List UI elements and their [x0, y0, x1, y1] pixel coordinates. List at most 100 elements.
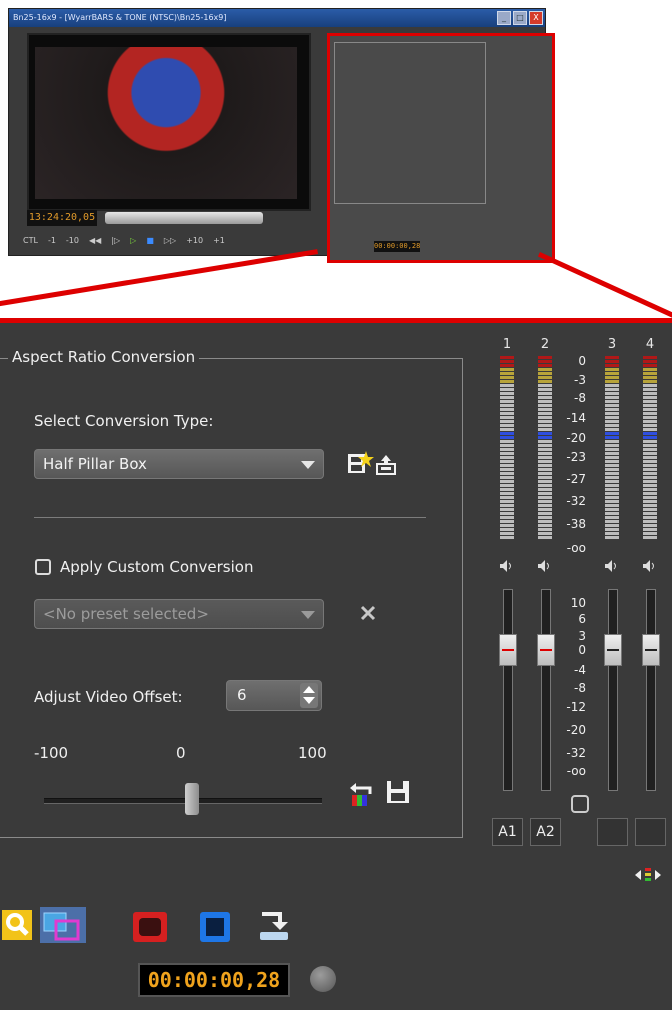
meter-segment: [605, 500, 619, 503]
channel-2-fader-knob[interactable]: [537, 634, 555, 666]
maximize-button[interactable]: □: [513, 11, 527, 25]
meter-segment: [643, 364, 657, 367]
fast-forward-button[interactable]: ▷▷: [164, 236, 176, 245]
meter-segment: [538, 456, 552, 459]
meter-segment: [538, 488, 552, 491]
meter-segment: [643, 500, 657, 503]
meter-segment: [538, 480, 552, 483]
mini-aspect-group: [334, 42, 486, 204]
meter-segment: [500, 492, 514, 495]
expand-arrows-icon: [635, 868, 661, 881]
meter-segment: [538, 368, 552, 371]
channel-3-speaker-button[interactable]: [604, 558, 620, 577]
jog-knob[interactable]: [310, 966, 336, 992]
meter-segment: [605, 356, 619, 359]
db-scale-tick: 0: [578, 354, 586, 368]
spinner-buttons[interactable]: [300, 683, 318, 708]
db-scale-tick: -oo: [566, 541, 586, 555]
meter-segment: [500, 472, 514, 475]
step-forward-10-button[interactable]: +10: [186, 236, 203, 245]
channel-1-speaker-button[interactable]: [499, 558, 515, 577]
meter-segment: [538, 532, 552, 535]
db-scale-tick: -3: [574, 373, 586, 387]
reset-offset-button[interactable]: [348, 780, 376, 808]
clear-preset-button[interactable]: [354, 599, 382, 627]
overlay-button[interactable]: [40, 907, 86, 947]
meter-segment: [605, 388, 619, 391]
stop-button[interactable]: ■: [146, 236, 154, 245]
play-button[interactable]: ▷: [130, 236, 136, 245]
meter-segment: [538, 448, 552, 451]
record-button[interactable]: [133, 912, 167, 946]
channel-2-fader-track[interactable]: [541, 589, 551, 791]
link-faders-toggle[interactable]: [571, 795, 589, 813]
play-in-button[interactable]: |▷: [111, 236, 120, 245]
video-offset-label: Adjust Video Offset:: [34, 688, 183, 706]
custom-preset-select[interactable]: <No preset selected>: [34, 599, 324, 629]
expand-panel-button[interactable]: [634, 866, 662, 888]
slider-mid-label: 0: [176, 744, 186, 762]
step-forward-1-button[interactable]: +1: [213, 236, 225, 245]
meter-segment: [500, 500, 514, 503]
close-window-button[interactable]: X: [529, 11, 543, 25]
step-back-1-button[interactable]: -1: [48, 236, 56, 245]
meter-segment: [538, 428, 552, 431]
meter-segment: [605, 492, 619, 495]
channel-3-assignment[interactable]: [597, 818, 628, 846]
footer-timecode[interactable]: 00:00:00,28: [138, 963, 290, 997]
export-button[interactable]: [372, 451, 400, 479]
db-scale-tick: -14: [566, 411, 586, 425]
export-icon: [376, 455, 396, 475]
search-button[interactable]: [2, 910, 32, 944]
meter-segment: [605, 424, 619, 427]
step-back-10-button[interactable]: -10: [66, 236, 79, 245]
preset-add-icon: [348, 451, 374, 473]
group-title: Aspect Ratio Conversion: [8, 348, 200, 366]
meter-segment: [643, 476, 657, 479]
channel-2-speaker-button[interactable]: [537, 558, 553, 577]
preset-add-button[interactable]: [346, 449, 374, 477]
meter-segment: [538, 444, 552, 447]
meter-segment: [643, 496, 657, 499]
rewind-button[interactable]: ◀◀: [89, 236, 101, 245]
conversion-type-select[interactable]: Half Pillar Box: [34, 449, 324, 479]
channel-1-fader-track[interactable]: [503, 589, 513, 791]
slider-min-label: -100: [34, 744, 69, 762]
meter-segment: [605, 416, 619, 419]
channel-4-fader-knob[interactable]: [642, 634, 660, 666]
meter-segment: [605, 364, 619, 367]
stop-button-large[interactable]: [200, 912, 230, 946]
save-offset-button[interactable]: [384, 778, 412, 806]
channel-3-fader-knob[interactable]: [604, 634, 622, 666]
video-offset-spinner[interactable]: 6: [226, 680, 322, 711]
channel-4-assignment[interactable]: [635, 818, 666, 846]
window-controls: _ □ X: [497, 11, 543, 25]
meter-segment: [643, 520, 657, 523]
channel-4-speaker-button[interactable]: [642, 558, 658, 577]
player-timecode[interactable]: 13:24:20,05: [27, 210, 97, 226]
close-icon: [360, 605, 376, 621]
meter-segment: [643, 472, 657, 475]
meter-segment: [500, 528, 514, 531]
channel-4-fader-track[interactable]: [646, 589, 656, 791]
video-offset-slider-thumb[interactable]: [185, 783, 199, 815]
channel-1-fader-knob[interactable]: [499, 634, 517, 666]
db-scale-tick: -20: [566, 431, 586, 445]
meter-segment: [500, 368, 514, 371]
video-offset-slider-track[interactable]: [44, 798, 322, 804]
meter-segment: [538, 432, 552, 435]
timeline-scrubber[interactable]: [105, 212, 263, 224]
meter-segment: [643, 376, 657, 379]
apply-custom-checkbox[interactable]: [35, 559, 51, 575]
video-preview-image: [35, 47, 297, 199]
aspect-ratio-conversion-group: [0, 358, 463, 838]
channel-2-assignment[interactable]: A2: [530, 818, 561, 846]
mini-aspect-panel: 00:00:00,28: [327, 33, 555, 263]
channel-1-assignment[interactable]: A1: [492, 818, 523, 846]
fader-scale-tick: -4: [574, 663, 586, 677]
minimize-button[interactable]: _: [497, 11, 511, 25]
meter-segment: [643, 384, 657, 387]
channel-3-fader-track[interactable]: [608, 589, 618, 791]
output-button[interactable]: [258, 910, 290, 946]
meter-segment: [538, 468, 552, 471]
